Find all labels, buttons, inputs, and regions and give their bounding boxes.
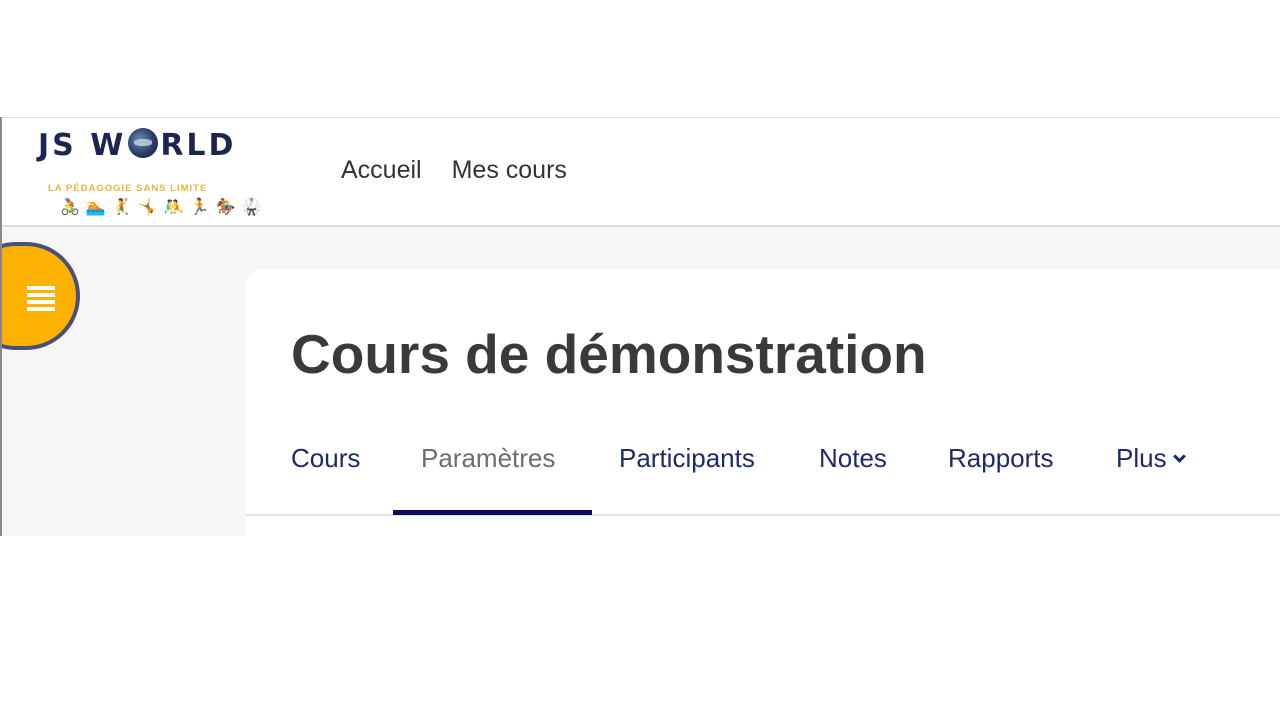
wrestler-icon: 🤼	[163, 199, 184, 216]
swimmer-icon: 🏊	[85, 199, 106, 216]
active-tab-indicator	[393, 510, 592, 515]
tab-cours[interactable]: Cours	[291, 443, 360, 474]
list-icon	[27, 286, 55, 311]
tab-parametres[interactable]: Paramètres	[421, 443, 555, 474]
logo-title: JS W RLD	[38, 128, 263, 163]
course-index-toggle-button[interactable]	[2, 242, 80, 350]
logo-tagline: LA PÉDAGOGIE SANS LIMITE	[48, 183, 208, 194]
globe-icon	[128, 128, 159, 158]
tab-participants[interactable]: Participants	[619, 443, 755, 474]
handball-icon: 🤾	[111, 199, 132, 216]
cyclist-icon: 🚴	[60, 199, 80, 216]
course-header-card: Cours de démonstration Cours Paramètres …	[246, 270, 1280, 536]
nav-item-mes-cours[interactable]: Mes cours	[452, 156, 567, 185]
runner-icon: 🏃	[189, 199, 210, 216]
tab-rapports[interactable]: Rapports	[948, 443, 1054, 474]
page-title: Cours de démonstration	[291, 323, 927, 385]
martial-arts-icon: 🥋	[241, 199, 262, 216]
chevron-down-icon	[1172, 450, 1186, 463]
site-logo[interactable]: JS W RLD LA PÉDAGOGIE SANS LIMITE 🚴 🏊 🤾 🤸…	[38, 128, 263, 220]
course-tabs: Cours Paramètres Participants Notes Rapp…	[246, 430, 1280, 516]
nav-item-accueil[interactable]: Accueil	[341, 156, 422, 185]
logo-title-right: RLD	[160, 128, 237, 163]
logo-sports-icons: 🚴 🏊 🤾 🤸 🤼 🏃 🏇 🥋	[60, 197, 261, 219]
gymnast-icon: 🤸	[137, 199, 158, 216]
rider-icon: 🏇	[215, 199, 236, 216]
page-frame: JS W RLD LA PÉDAGOGIE SANS LIMITE 🚴 🏊 🤾 🤸…	[0, 117, 1280, 536]
primary-nav: Accueil Mes cours	[341, 156, 567, 185]
tab-notes[interactable]: Notes	[819, 443, 887, 474]
logo-title-left: JS W	[38, 128, 127, 163]
tab-plus-label: Plus	[1116, 443, 1167, 473]
tab-plus[interactable]: Plus	[1116, 443, 1186, 474]
top-navbar: JS W RLD LA PÉDAGOGIE SANS LIMITE 🚴 🏊 🤾 🤸…	[2, 117, 1280, 227]
